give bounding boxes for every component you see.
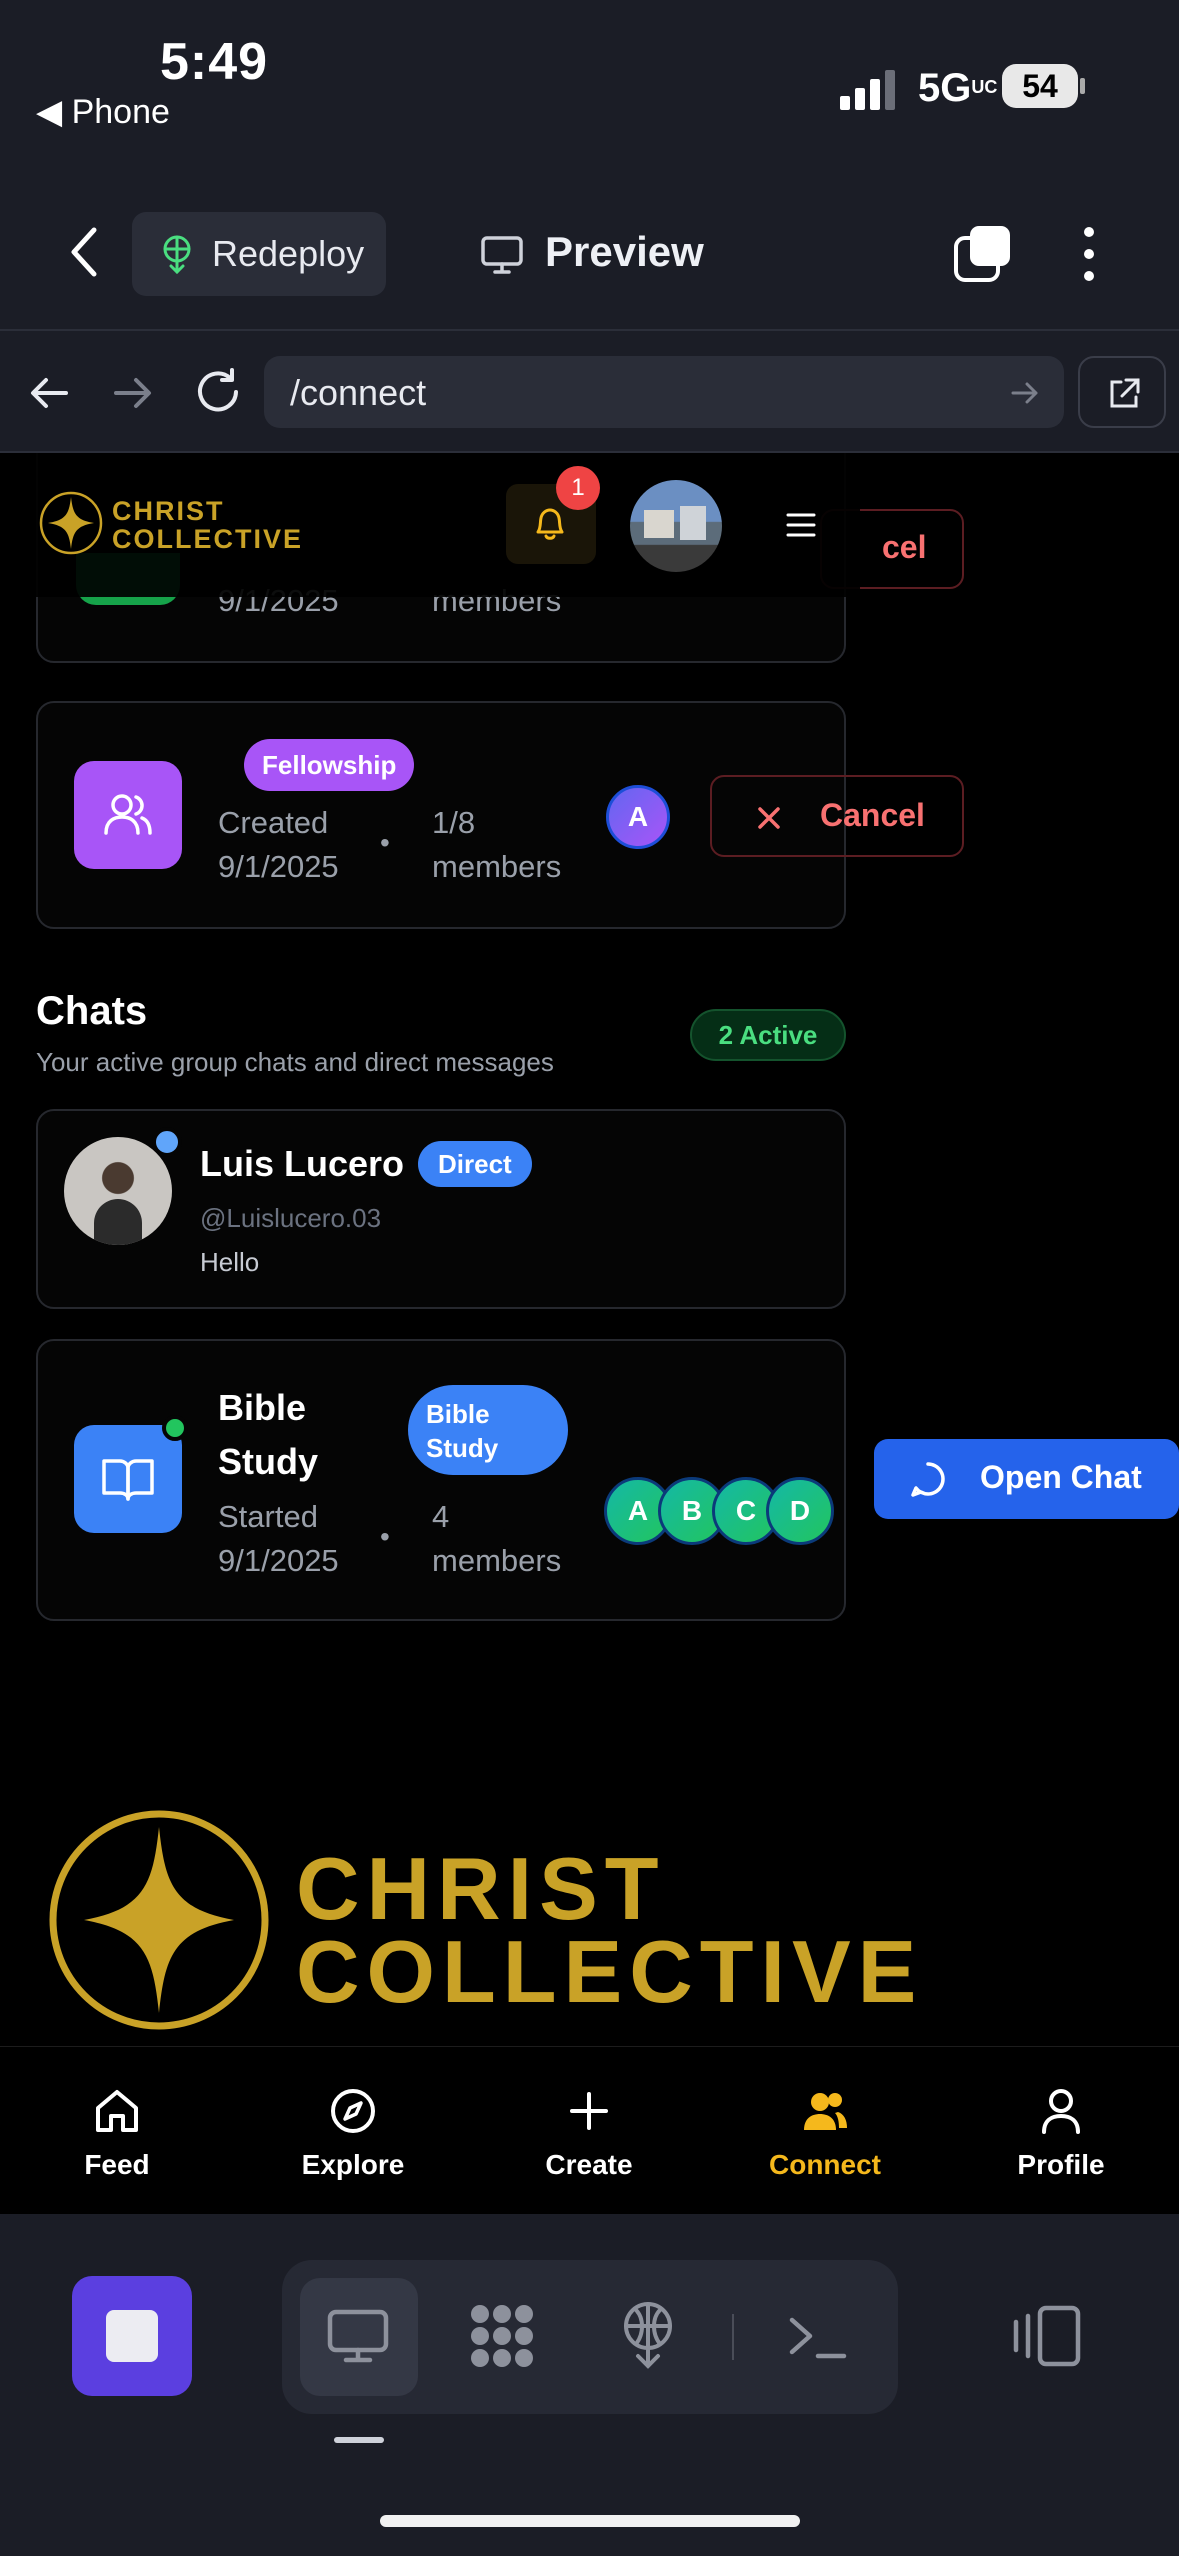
- network-type: 5GUC: [918, 66, 998, 110]
- active-view-indicator: [334, 2437, 384, 2443]
- group-chat-avatar: [74, 1425, 182, 1533]
- last-message: Hello: [200, 1247, 260, 1277]
- avatar: [64, 1137, 172, 1245]
- chat-name: Luis Lucero: [200, 1143, 405, 1184]
- star-logo-icon[interactable]: [38, 490, 104, 556]
- cellular-signal-icon: [840, 70, 895, 110]
- profile-avatar[interactable]: [630, 480, 722, 572]
- home-icon: [96, 2090, 138, 2132]
- chat-type-badge: Direct: [418, 1141, 532, 1187]
- terminal-icon[interactable]: [788, 2312, 848, 2362]
- back-chevron-icon[interactable]: [60, 222, 110, 282]
- more-options-icon[interactable]: [1074, 224, 1104, 284]
- user-icon: [1042, 2089, 1080, 2134]
- chat-type-badge: Bible Study: [408, 1385, 568, 1475]
- battery-indicator: 54: [1002, 64, 1078, 108]
- reload-icon[interactable]: [192, 366, 244, 418]
- stop-icon: [106, 2310, 158, 2362]
- battery-tip: [1080, 78, 1085, 94]
- deploy-icon[interactable]: [618, 2300, 678, 2370]
- members-label: members: [432, 849, 562, 884]
- nav-explore[interactable]: Explore: [273, 2086, 433, 2181]
- group-avatar: [74, 761, 182, 869]
- book-open-icon: [102, 1459, 154, 1501]
- member-avatar: A: [606, 785, 670, 849]
- nav-create[interactable]: Create: [509, 2086, 669, 2181]
- chat-handle: @Luislucero.03: [200, 1203, 382, 1233]
- bell-icon: [536, 508, 564, 540]
- arrow-left-icon[interactable]: [26, 370, 72, 416]
- nav-feed[interactable]: Feed: [37, 2086, 197, 2181]
- chat-name-line2: Study: [218, 1441, 319, 1482]
- cancel-request-button[interactable]: Cancel: [710, 775, 964, 857]
- started-label: Started: [218, 1499, 318, 1534]
- chat-name-line1: Bible: [218, 1387, 307, 1428]
- deploy-icon: [163, 235, 191, 274]
- active-count-badge: 2 Active: [690, 1009, 846, 1061]
- app-logo-line2: COLLECTIVE: [112, 524, 304, 554]
- home-indicator: [380, 2515, 800, 2527]
- chats-subtitle: Your active group chats and direct messa…: [36, 1047, 554, 1077]
- users-icon: [804, 2093, 847, 2130]
- users-icon: [104, 794, 152, 835]
- member-avatar: D: [766, 1477, 834, 1545]
- separator-dot: •: [380, 1521, 390, 1552]
- menu-icon[interactable]: [786, 512, 816, 538]
- external-link-icon: [1110, 378, 1140, 408]
- chats-title: Chats: [36, 989, 148, 1033]
- open-external-button[interactable]: [1078, 356, 1166, 428]
- go-arrow-icon[interactable]: [1008, 376, 1042, 410]
- close-icon: [758, 807, 780, 829]
- nav-profile[interactable]: Profile: [981, 2086, 1141, 2181]
- started-date: 9/1/2025: [218, 1543, 339, 1578]
- message-circle-icon: [911, 1462, 945, 1497]
- compass-icon: [331, 2089, 375, 2133]
- open-chat-button[interactable]: Open Chat: [874, 1439, 1179, 1519]
- redeploy-label: Redeploy: [212, 233, 365, 274]
- group-type-badge: Fellowship: [244, 739, 415, 791]
- arrow-right-icon[interactable]: [110, 370, 156, 416]
- separator-dot: •: [380, 827, 390, 858]
- app-logo-line1: CHRIST: [112, 496, 225, 526]
- notification-count-badge: 1: [556, 466, 600, 510]
- member-count: 1/8: [432, 805, 476, 840]
- created-date: 9/1/2025: [218, 849, 339, 884]
- back-to-app-link[interactable]: ◀ Phone: [36, 92, 170, 132]
- status-time: 5:49: [160, 33, 269, 91]
- tabs-icon[interactable]: [952, 224, 1014, 284]
- monitor-icon: [327, 2309, 389, 2363]
- app-viewport: 9/1/2025 members cel Fellowship Created …: [0, 453, 1179, 2213]
- plus-icon: [570, 2092, 608, 2130]
- online-indicator: [162, 1415, 188, 1441]
- preview-tab[interactable]: Preview: [545, 228, 704, 276]
- url-text: /connect: [290, 372, 427, 413]
- split-panel-icon[interactable]: [1010, 2304, 1082, 2368]
- footer-logo-line2: COLLECTIVE: [296, 1922, 924, 2021]
- star-logo-icon: [49, 1810, 269, 2030]
- online-indicator: [152, 1127, 182, 1157]
- member-count: 4: [432, 1499, 450, 1534]
- divider: [732, 2314, 734, 2360]
- members-label: members: [432, 1543, 562, 1578]
- monitor-icon: [481, 236, 523, 274]
- nav-connect[interactable]: Connect: [745, 2086, 905, 2181]
- created-label: Created: [218, 805, 329, 840]
- apps-grid-icon[interactable]: [466, 2300, 538, 2372]
